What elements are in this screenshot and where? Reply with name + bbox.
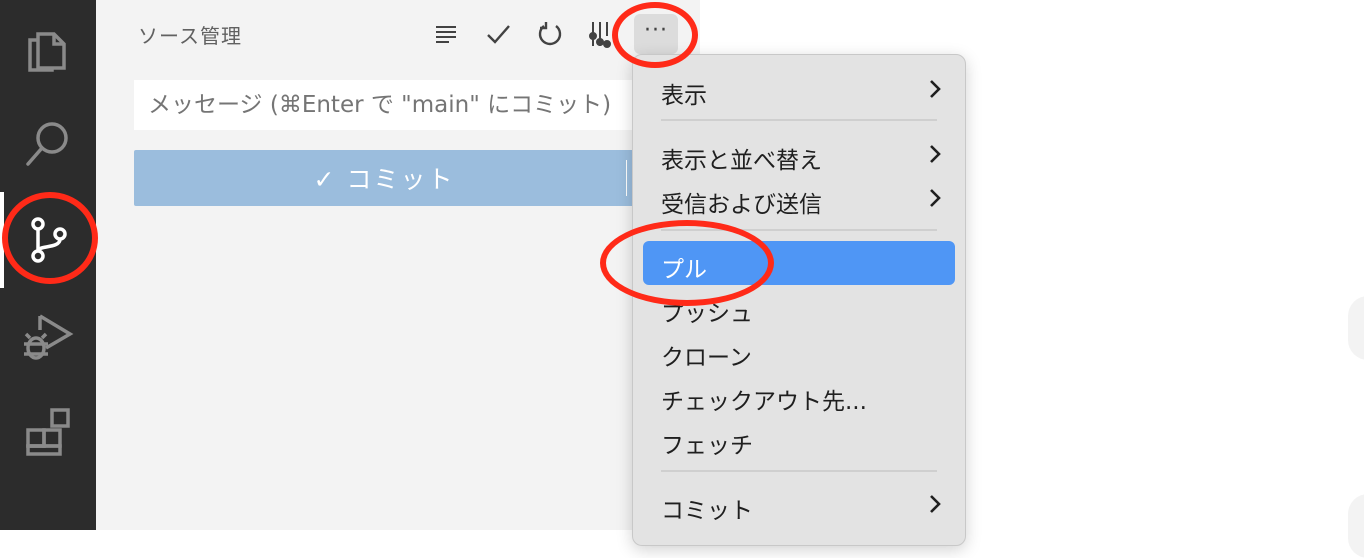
menu-separator	[661, 470, 937, 472]
commit-button[interactable]: ✓ コミット	[134, 150, 634, 206]
menu-item-checkout[interactable]: チェックアウト先...	[643, 373, 955, 417]
graph-icon	[586, 20, 614, 48]
chevron-right-icon	[929, 188, 941, 208]
activity-explorer[interactable]	[0, 0, 96, 96]
annotation-circle-more	[612, 2, 698, 68]
chevron-right-icon	[929, 494, 941, 514]
annotation-circle-source-control	[2, 192, 98, 284]
list-icon	[432, 20, 460, 48]
menu-item-label: クローン	[661, 338, 752, 372]
activity-search[interactable]	[0, 96, 96, 192]
annotation-circle-pull	[600, 220, 774, 306]
menu-item-label: 表示と並べ替え	[661, 141, 822, 175]
editor-edge-fragment	[1348, 296, 1364, 360]
view-as-list-button[interactable]	[426, 14, 466, 54]
commit-button-divider	[626, 160, 627, 196]
menu-item-clone[interactable]: クローン	[643, 329, 955, 373]
search-icon	[20, 116, 76, 172]
check-icon	[484, 20, 512, 48]
refresh-icon	[536, 20, 564, 48]
chevron-right-icon	[929, 144, 941, 164]
menu-item-label: コミット	[661, 491, 753, 525]
extensions-icon	[20, 404, 76, 460]
commit-check-button[interactable]	[478, 14, 518, 54]
menu-separator	[661, 119, 937, 121]
activity-extensions[interactable]	[0, 384, 96, 480]
chevron-right-icon	[929, 79, 941, 99]
menu-item-commit[interactable]: コミット	[643, 482, 955, 526]
menu-item-label: フェッチ	[661, 426, 753, 460]
editor-edge-fragment	[1348, 494, 1364, 558]
activity-run-debug[interactable]	[0, 288, 96, 384]
menu-item-label: チェックアウト先...	[661, 382, 867, 416]
menu-item-fetch[interactable]: フェッチ	[643, 417, 955, 461]
refresh-button[interactable]	[530, 14, 570, 54]
menu-item-view[interactable]: 表示	[643, 67, 955, 111]
menu-item-incoming-outgoing[interactable]: 受信および送信	[643, 176, 955, 220]
run-debug-icon	[20, 308, 76, 364]
panel-title: ソース管理	[138, 20, 242, 49]
menu-item-label: 受信および送信	[661, 185, 822, 219]
menu-item-label: 表示	[661, 76, 707, 110]
files-icon	[20, 20, 76, 76]
menu-item-view-and-sort[interactable]: 表示と並べ替え	[643, 132, 955, 176]
commit-message-input[interactable]	[134, 80, 694, 130]
